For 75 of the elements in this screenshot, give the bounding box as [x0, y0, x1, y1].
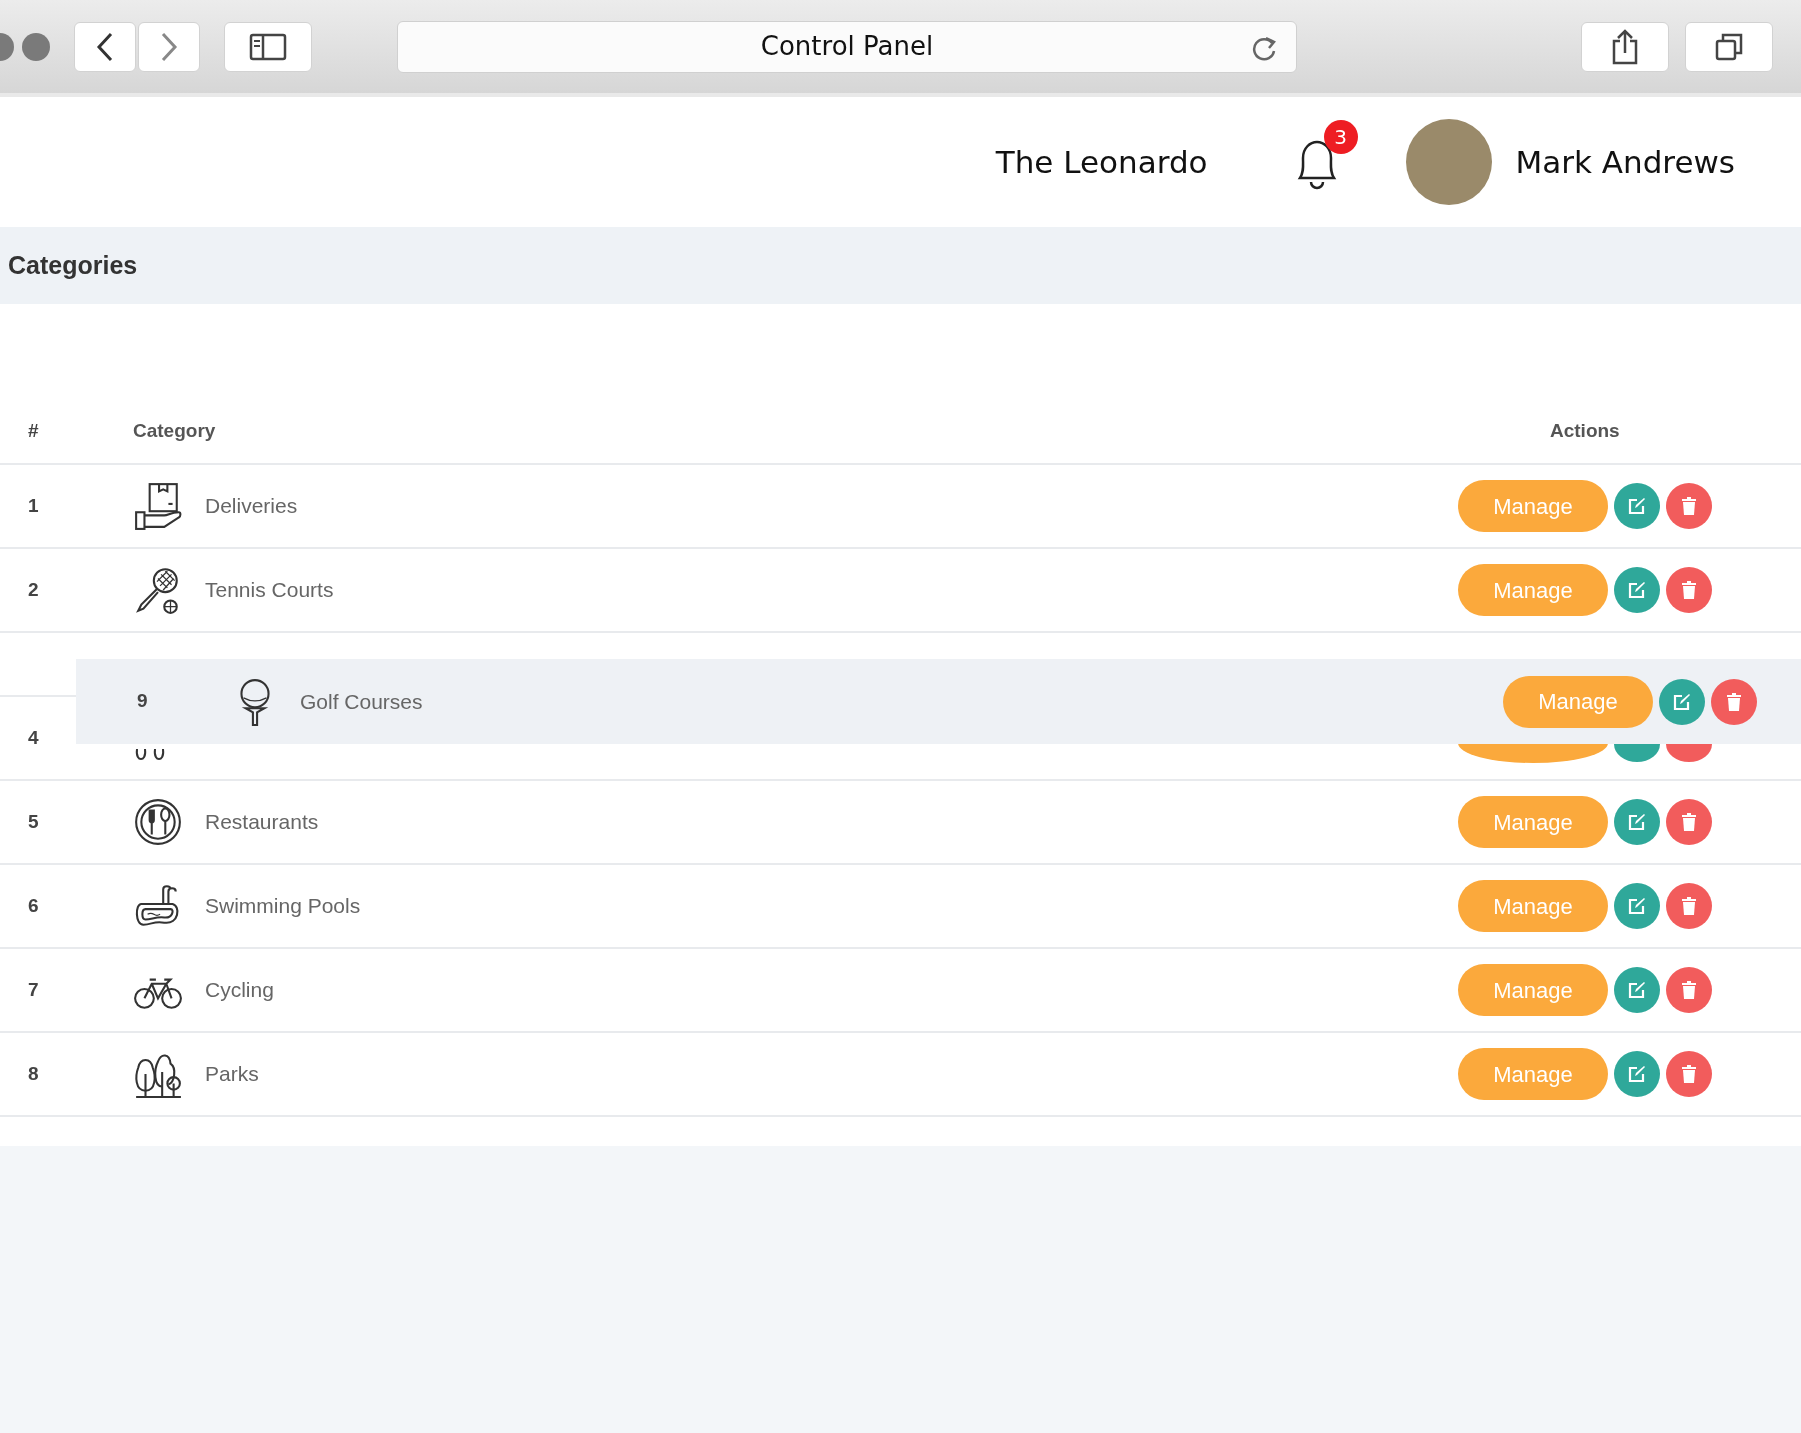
edit-button[interactable] [1614, 744, 1660, 762]
edit-button[interactable] [1614, 1051, 1660, 1097]
delete-button[interactable] [1666, 883, 1712, 929]
column-header: Category [133, 418, 217, 443]
trash-icon [1681, 496, 1697, 516]
plate-cutlery-icon [133, 797, 183, 847]
edit-icon [1627, 980, 1647, 1000]
venue-name: The Leonardo [995, 142, 1208, 182]
trash-icon [1726, 691, 1742, 712]
row-number: 4 [27, 725, 40, 750]
delete-button[interactable] [1666, 1051, 1712, 1097]
tabs-button[interactable] [1685, 21, 1773, 72]
back-icon [96, 31, 114, 62]
column-header: Actions [1549, 418, 1621, 443]
edit-button[interactable] [1614, 883, 1660, 929]
edit-icon [1627, 580, 1647, 600]
category-name: Deliveries [205, 493, 299, 520]
share-button[interactable] [1581, 21, 1669, 72]
row-number: 7 [27, 977, 40, 1002]
category-name: Swimming Pools [205, 893, 362, 920]
address-bar[interactable]: Control Panel [397, 20, 1297, 73]
delete-button[interactable] [1666, 567, 1712, 613]
category-name: Tennis Courts [205, 577, 335, 604]
manage-button[interactable]: Manage [1503, 675, 1653, 728]
trash-icon [1681, 980, 1697, 1000]
tabs-icon [1714, 31, 1744, 62]
dragged-row[interactable]: 9 Golf Courses Manage [76, 659, 1801, 744]
delete-button[interactable] [1711, 678, 1757, 725]
edit-button[interactable] [1614, 799, 1660, 845]
window-control-dot[interactable] [22, 32, 50, 61]
edit-icon [1627, 896, 1647, 916]
delete-button[interactable] [1666, 483, 1712, 529]
delete-button[interactable] [1666, 967, 1712, 1013]
user-name[interactable]: Mark Andrews [1515, 138, 1735, 186]
section-title: Categories [8, 249, 138, 281]
manage-button[interactable]: Manage [1458, 964, 1608, 1016]
back-button[interactable] [74, 21, 136, 72]
trash-icon [1681, 580, 1697, 600]
edit-icon [1627, 1064, 1647, 1084]
category-name: Golf Courses [300, 688, 424, 715]
edit-icon [1672, 691, 1692, 712]
edit-button[interactable] [1614, 483, 1660, 529]
trash-icon [1681, 896, 1697, 916]
category-name: Cycling [205, 977, 275, 1004]
edit-icon [1627, 496, 1647, 516]
column-header: # [27, 418, 40, 443]
row-number: 6 [27, 893, 40, 918]
sidebar-icon [249, 32, 287, 61]
manage-button[interactable]: Manage [1458, 564, 1608, 616]
box-in-hand-icon [133, 481, 183, 531]
edit-button[interactable] [1614, 967, 1660, 1013]
page-title: Control Panel [760, 30, 934, 63]
trash-icon [1681, 1064, 1697, 1084]
row-number: 9 [137, 689, 149, 714]
share-icon [1611, 28, 1639, 65]
trash-icon [1681, 812, 1697, 832]
row-number: 1 [27, 493, 40, 518]
sidebar-button[interactable] [224, 21, 312, 72]
forward-icon [160, 31, 178, 62]
delete-button[interactable] [1666, 744, 1712, 762]
category-name: Restaurants [205, 809, 320, 836]
manage-button[interactable]: Manage [1458, 1048, 1608, 1100]
delete-button[interactable] [1666, 799, 1712, 845]
category-name: Parks [205, 1061, 260, 1088]
notification-count: 3 [1323, 120, 1358, 154]
edit-button[interactable] [1614, 567, 1660, 613]
edit-icon [1627, 812, 1647, 832]
manage-button[interactable]: Manage [1458, 480, 1608, 532]
manage-button[interactable]: Manage [1458, 880, 1608, 932]
notification-bell[interactable]: 3 [1289, 120, 1358, 192]
edit-button[interactable] [1659, 678, 1705, 725]
row-number: 8 [27, 1061, 40, 1086]
row-number: 5 [27, 809, 40, 834]
manage-button[interactable]: Manage [1458, 796, 1608, 848]
row-number: 2 [27, 577, 40, 602]
